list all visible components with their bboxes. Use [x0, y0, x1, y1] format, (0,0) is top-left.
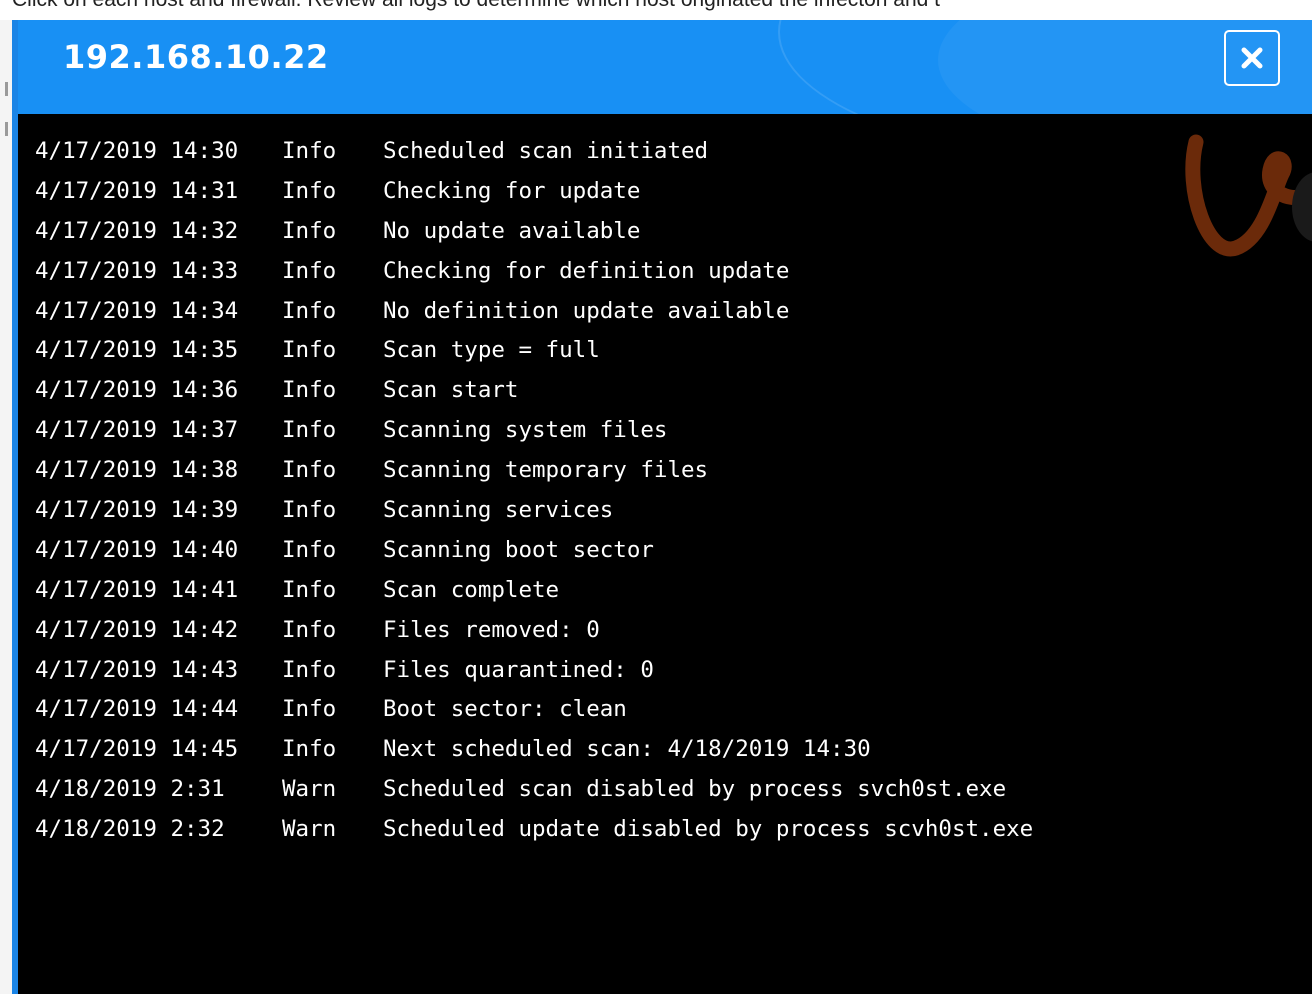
log-list: 4/17/2019 14:30 Info Scheduled scan initia… — [35, 132, 1312, 850]
log-entry: 4/17/2019 14:33 Info Checking for definiti… — [35, 252, 1312, 292]
dialog-title: 192.168.10.22 — [63, 38, 329, 76]
log-timestamp: 4/17/2019 14:44 — [35, 696, 239, 723]
close-icon — [1241, 47, 1263, 69]
log-timestamp: 4/17/2019 14:31 — [35, 177, 239, 204]
log-message: Scanning system files — [383, 417, 668, 444]
log-timestamp: 4/18/2019 2:31 — [35, 776, 225, 803]
log-message: Scanning boot sector — [383, 536, 654, 563]
log-message: No definition update available — [383, 297, 790, 324]
log-timestamp: 4/18/2019 2:32 — [35, 816, 225, 843]
log-entry: 4/17/2019 14:44 Info Boot sector: clean — [35, 690, 1312, 730]
left-panel-edge — [0, 20, 12, 994]
log-timestamp: 4/17/2019 14:45 — [35, 736, 239, 763]
log-level: Info — [282, 217, 337, 244]
log-message: Scan start — [383, 377, 519, 404]
log-message: Checking for update — [383, 177, 641, 204]
log-dialog: 192.168.10.22 4/17/2019 14:30 Info Schedul… — [12, 20, 1312, 994]
edge-marker — [5, 122, 8, 136]
log-message: Scanning services — [383, 497, 614, 524]
log-entry: 4/17/2019 14:31 Info Checking for update — [35, 172, 1312, 212]
log-message: No update available — [383, 217, 641, 244]
log-entry: 4/17/2019 14:37 Info Scanning system files — [35, 411, 1312, 451]
log-level: Info — [282, 297, 337, 324]
log-message: Scheduled scan initiated — [383, 138, 709, 164]
log-message: Checking for definition update — [383, 257, 790, 284]
log-timestamp: 4/17/2019 14:34 — [35, 297, 239, 324]
log-level: Info — [282, 457, 337, 484]
log-timestamp: 4/17/2019 14:37 — [35, 417, 239, 444]
log-entry: 4/17/2019 14:35 Info Scan type = full — [35, 331, 1312, 371]
edge-marker — [5, 82, 8, 96]
dialog-titlebar: 192.168.10.22 — [18, 20, 1312, 114]
log-timestamp: 4/17/2019 14:33 — [35, 257, 239, 284]
log-timestamp: 4/17/2019 14:41 — [35, 576, 239, 603]
log-level: Info — [282, 576, 337, 603]
log-entry: 4/17/2019 14:39 Info Scanning services — [35, 491, 1312, 531]
log-entry: 4/17/2019 14:40 Info Scanning boot sector — [35, 531, 1312, 571]
log-message: Scanning temporary files — [383, 457, 709, 484]
log-timestamp: 4/17/2019 14:38 — [35, 457, 239, 484]
log-entry: 4/17/2019 14:45 Info Next scheduled scan: … — [35, 730, 1312, 770]
log-level: Info — [282, 656, 337, 683]
log-level: Warn — [282, 816, 337, 843]
log-message: Files quarantined: 0 — [383, 656, 654, 683]
log-entry: 4/17/2019 14:36 Info Scan start — [35, 371, 1312, 411]
log-entry: 4/18/2019 2:31 Warn Scheduled scan disable… — [35, 770, 1312, 810]
log-entry: 4/17/2019 14:43 Info Files quarantined: 0 — [35, 651, 1312, 691]
log-entry: 4/17/2019 14:32 Info No update available — [35, 212, 1312, 252]
log-timestamp: 4/17/2019 14:42 — [35, 616, 239, 643]
log-level: Info — [282, 536, 337, 563]
log-level: Info — [282, 497, 337, 524]
log-timestamp: 4/17/2019 14:40 — [35, 536, 239, 563]
close-button[interactable] — [1224, 30, 1280, 86]
log-entry: 4/17/2019 14:38 Info Scanning temporary fi… — [35, 451, 1312, 491]
log-message: Scheduled scan disabled by process svch0… — [383, 776, 1007, 803]
log-message: Boot sector: clean — [383, 696, 627, 723]
log-message: Next scheduled scan: 4/18/2019 14:30 — [383, 736, 871, 763]
log-level: Info — [282, 696, 337, 723]
log-level: Info — [282, 138, 337, 164]
log-timestamp: 4/17/2019 14:32 — [35, 217, 239, 244]
log-timestamp: 4/17/2019 14:35 — [35, 337, 239, 364]
log-timestamp: 4/17/2019 14:36 — [35, 377, 239, 404]
log-message: Files removed: 0 — [383, 616, 600, 643]
instruction-text: Click on each host and firewall. Review … — [12, 0, 940, 11]
log-level: Info — [282, 177, 337, 204]
log-timestamp: 4/17/2019 14:39 — [35, 497, 239, 524]
log-level: Info — [282, 337, 337, 364]
log-level: Info — [282, 257, 337, 284]
log-entry: 4/17/2019 14:34 Info No definition update … — [35, 292, 1312, 332]
log-entry: 4/17/2019 14:41 Info Scan complete — [35, 571, 1312, 611]
log-entry: 4/17/2019 14:30 Info Scheduled scan initia… — [35, 132, 1312, 172]
log-message: Scan complete — [383, 576, 560, 603]
log-level: Info — [282, 616, 337, 643]
log-message: Scan type = full — [383, 337, 600, 364]
log-timestamp: 4/17/2019 14:30 — [35, 138, 239, 164]
log-message: Scheduled update disabled by process scv… — [383, 816, 1034, 843]
log-entry: 4/18/2019 2:32 Warn Scheduled update disab… — [35, 810, 1312, 850]
log-level: Info — [282, 736, 337, 763]
log-level: Info — [282, 417, 337, 444]
log-level: Info — [282, 377, 337, 404]
log-entry: 4/17/2019 14:42 Info Files removed: 0 — [35, 611, 1312, 651]
log-level: Warn — [282, 776, 337, 803]
log-timestamp: 4/17/2019 14:43 — [35, 656, 239, 683]
